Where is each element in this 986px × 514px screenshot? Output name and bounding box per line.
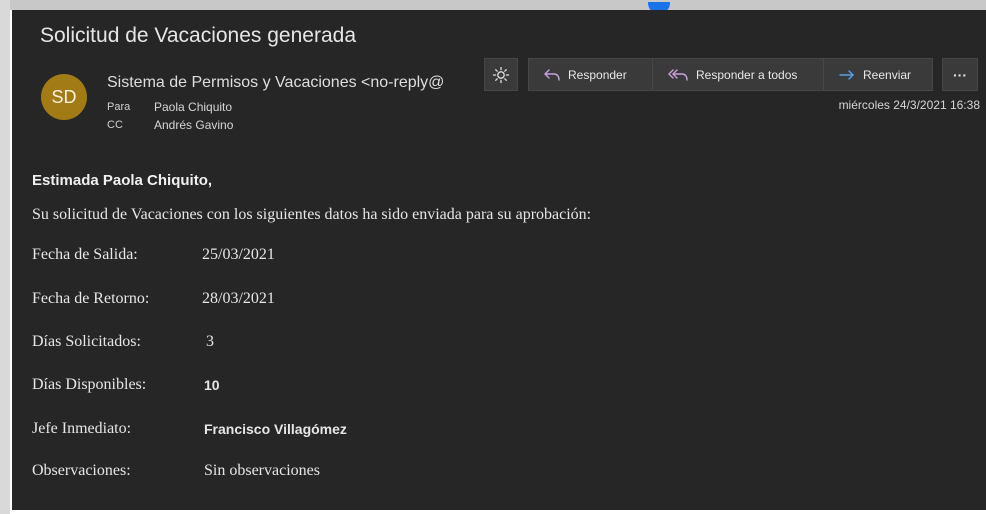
to-recipient[interactable]: Paola Chiquito [154,100,232,114]
brightness-button[interactable] [484,58,518,91]
field-value-observations: Sin observaciones [204,462,320,479]
reply-all-label: Responder a todos [696,67,798,82]
forward-button[interactable]: Reenviar [823,58,933,91]
email-subject: Solicitud de Vacaciones generada [40,24,356,47]
sender-avatar[interactable]: SD [41,74,87,120]
field-label-manager: Jefe Inmediato: [32,420,132,437]
greeting: Estimada Paola Chiquito, [32,172,213,189]
field-label-departure: Fecha de Salida: [32,246,138,263]
field-label-return: Fecha de Retorno: [32,290,150,307]
sun-icon [492,66,510,84]
more-actions-button[interactable]: ··· [942,58,978,91]
forward-arrow-icon [838,68,856,82]
reply-button[interactable]: Responder [528,58,653,91]
sender-name[interactable]: Sistema de Permisos y Vacaciones <no-rep… [107,74,444,92]
field-label-requested-days: Días Solicitados: [32,333,141,350]
more-icon: ··· [953,66,967,83]
reply-icon [543,68,561,82]
cc-recipient[interactable]: Andrés Gavino [154,118,233,132]
reply-label: Responder [568,67,627,82]
email-reading-pane: Solicitud de Vacaciones generada SD Sist… [12,10,986,510]
field-value-return: 28/03/2021 [202,290,275,307]
field-label-observations: Observaciones: [32,462,131,479]
field-value-requested-days: 3 [206,333,214,350]
field-label-available-days: Días Disponibles: [32,376,147,393]
window-top-border [0,0,986,10]
window-left-border [0,0,10,514]
reply-all-icon [667,68,689,82]
field-value-available-days: 10 [204,377,220,393]
forward-label: Reenviar [863,67,912,82]
field-value-manager: Francisco Villagómez [204,421,347,437]
cc-label: CC [107,119,123,131]
to-label: Para [107,101,131,113]
email-date: miércoles 24/3/2021 16:38 [838,98,980,112]
field-value-departure: 25/03/2021 [202,246,275,263]
intro-text: Su solicitud de Vacaciones con los sigui… [32,206,592,223]
reply-all-button[interactable]: Responder a todos [652,58,824,91]
